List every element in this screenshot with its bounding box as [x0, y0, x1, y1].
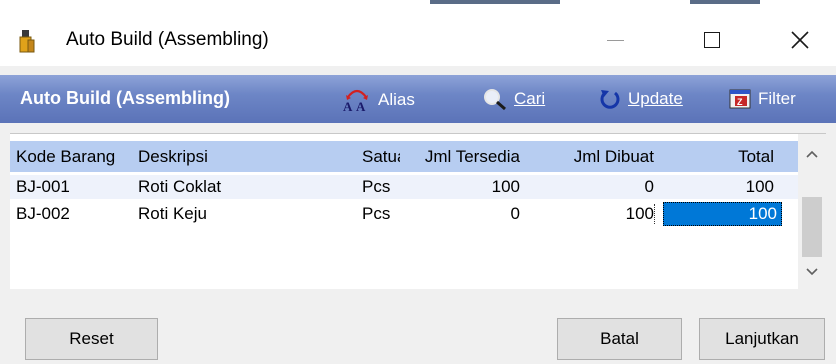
- close-button[interactable]: [770, 18, 830, 62]
- reset-button[interactable]: Reset: [25, 318, 158, 360]
- continue-button[interactable]: Lanjutkan: [699, 318, 825, 360]
- search-button[interactable]: Cari: [482, 87, 545, 111]
- column-header-total[interactable]: Total: [660, 147, 774, 167]
- table-row[interactable]: BJ-002 Roti Keju Pcs 0 100 100: [10, 202, 798, 226]
- refresh-icon: [598, 87, 622, 111]
- column-header-kode[interactable]: Kode Barang: [16, 147, 138, 167]
- cell-deskripsi[interactable]: Roti Coklat: [138, 177, 358, 197]
- close-icon: [791, 31, 809, 49]
- maximize-button[interactable]: [682, 18, 742, 62]
- chevron-up-icon: [806, 150, 818, 158]
- column-header-satuan[interactable]: Satuan: [362, 147, 400, 167]
- app-icon: [16, 28, 38, 54]
- search-label: Cari: [514, 89, 546, 108]
- cell-satuan[interactable]: Pcs: [362, 177, 400, 197]
- cell-total-selected[interactable]: 100: [663, 202, 782, 226]
- vertical-scrollbar[interactable]: [798, 134, 826, 289]
- filter-button[interactable]: Z Filter: [728, 87, 796, 111]
- column-header-jml-tersedia[interactable]: Jml Tersedia: [400, 147, 520, 167]
- cell-kode[interactable]: BJ-001: [16, 177, 138, 197]
- toolbar: Auto Build (Assembling) A A Alias Cari U…: [0, 75, 836, 123]
- minimize-icon: [606, 39, 624, 41]
- window-title: Auto Build (Assembling): [66, 29, 269, 50]
- filter-icon: Z: [728, 87, 752, 111]
- toolbar-title: Auto Build (Assembling): [20, 88, 230, 108]
- filter-label: Filter: [758, 89, 796, 108]
- assembly-grid[interactable]: Kode Barang Deskripsi Satuan Jml Tersedi…: [10, 133, 826, 289]
- scroll-down-button[interactable]: [798, 258, 826, 286]
- chevron-down-icon: [806, 268, 818, 276]
- cell-jml-dibuat[interactable]: 0: [530, 177, 654, 197]
- alias-button[interactable]: A A Alias: [342, 87, 415, 113]
- grid-header: Kode Barang Deskripsi Satuan Jml Tersedi…: [10, 141, 798, 172]
- table-row[interactable]: BJ-001 Roti Coklat Pcs 100 0 100: [10, 175, 798, 199]
- cell-total[interactable]: 100: [660, 177, 774, 197]
- alias-label: Alias: [378, 90, 415, 109]
- cancel-button[interactable]: Batal: [557, 318, 682, 360]
- column-header-jml-dibuat[interactable]: Jml Dibuat: [530, 147, 654, 167]
- svg-text:A: A: [343, 99, 353, 113]
- cell-deskripsi[interactable]: Roti Keju: [138, 204, 358, 224]
- column-header-deskripsi[interactable]: Deskripsi: [138, 147, 358, 167]
- alias-icon: A A: [342, 87, 372, 113]
- scroll-thumb[interactable]: [802, 197, 822, 257]
- search-icon: [482, 87, 508, 111]
- minimize-button[interactable]: [585, 18, 645, 62]
- top-strip: [0, 0, 836, 5]
- update-label: Update: [628, 89, 683, 108]
- scroll-up-button[interactable]: [798, 140, 826, 168]
- update-button[interactable]: Update: [598, 87, 683, 111]
- maximize-icon: [704, 32, 720, 48]
- cell-kode[interactable]: BJ-002: [16, 204, 138, 224]
- title-bar: Auto Build (Assembling): [0, 0, 836, 66]
- cell-jml-tersedia[interactable]: 0: [400, 204, 520, 224]
- svg-text:A: A: [356, 99, 366, 113]
- cell-jml-tersedia[interactable]: 100: [400, 177, 520, 197]
- cell-jml-dibuat[interactable]: 100: [530, 204, 655, 224]
- cell-satuan[interactable]: Pcs: [362, 204, 400, 224]
- svg-text:Z: Z: [737, 97, 743, 107]
